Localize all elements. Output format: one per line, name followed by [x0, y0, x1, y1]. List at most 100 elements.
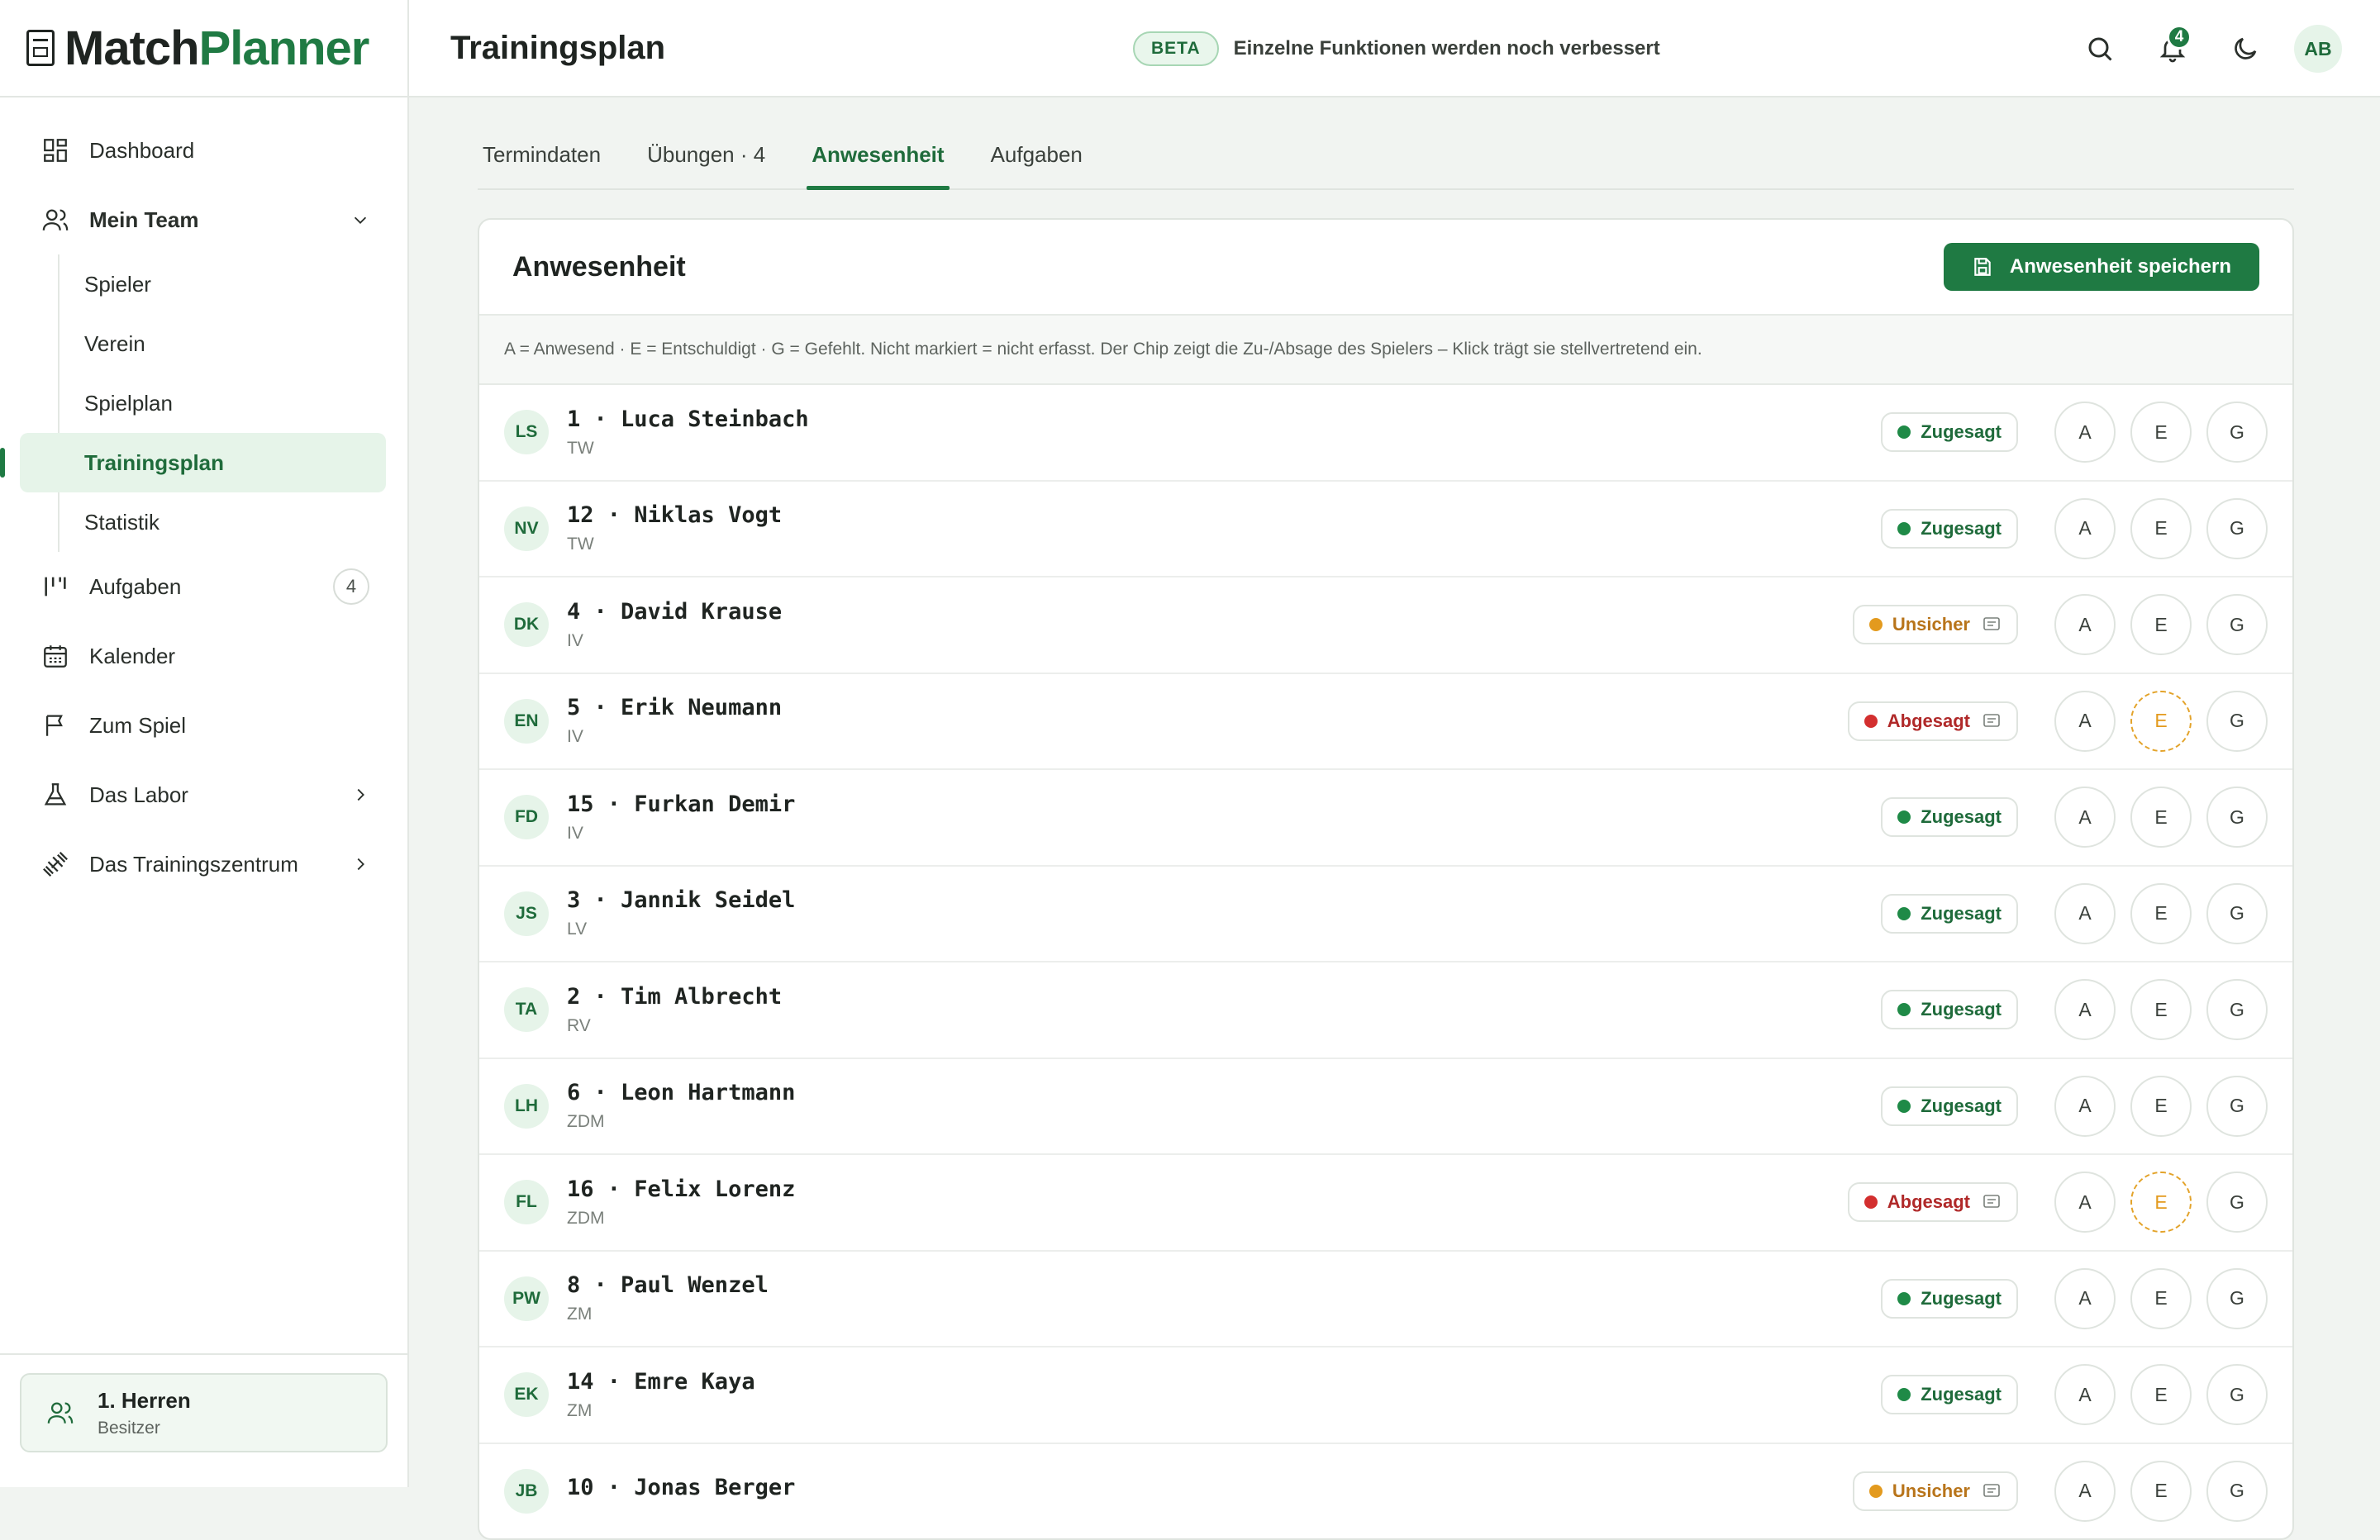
player-name: 16 · Felix Lorenz [567, 1176, 1848, 1202]
mark-absent-button[interactable]: G [2206, 1172, 2268, 1233]
mark-absent-button[interactable]: G [2206, 1268, 2268, 1329]
tasks-icon [41, 573, 69, 601]
rsvp-status-chip[interactable]: Abgesagt [1848, 1182, 2018, 1222]
sidebar-item-label: Dashboard [89, 138, 369, 164]
status-dot-icon [1897, 522, 1911, 535]
mark-excused-button[interactable]: E [2130, 883, 2192, 944]
mark-excused-button[interactable]: E [2130, 979, 2192, 1040]
mark-absent-button[interactable]: G [2206, 1461, 2268, 1522]
mark-present-button[interactable]: A [2054, 402, 2116, 463]
brand-logo[interactable]: MatchPlanner [0, 0, 407, 97]
rsvp-status-chip[interactable]: Zugesagt [1881, 509, 2018, 549]
rsvp-status-chip[interactable]: Unsicher [1853, 1471, 2018, 1511]
sidebar-item-tasks[interactable]: Aufgaben 4 [0, 552, 407, 621]
sidebar-subitem-verein[interactable]: Verein [58, 314, 407, 373]
sidebar-item-training-center[interactable]: Das Trainingszentrum [0, 829, 407, 899]
rsvp-status-label: Zugesagt [1921, 806, 2002, 828]
rsvp-status-label: Zugesagt [1921, 518, 2002, 539]
mark-absent-button[interactable]: G [2206, 402, 2268, 463]
mark-present-button[interactable]: A [2054, 1172, 2116, 1233]
rsvp-status-chip[interactable]: Zugesagt [1881, 1279, 2018, 1319]
sidebar-subitem-spielplan[interactable]: Spielplan [58, 373, 407, 433]
mark-present-button[interactable]: A [2054, 594, 2116, 655]
sidebar-subitem-trainingsplan[interactable]: Trainingsplan [20, 433, 386, 492]
chevron-right-icon[interactable] [351, 855, 369, 873]
player-name: 5 · Erik Neumann [567, 695, 1848, 720]
chevron-down-icon[interactable] [351, 211, 369, 229]
tab-uebungen[interactable]: Übungen · 4 [642, 132, 770, 188]
mark-absent-button[interactable]: G [2206, 979, 2268, 1040]
mark-excused-button[interactable]: E [2130, 1268, 2192, 1329]
player-name: 14 · Emre Kaya [567, 1369, 1881, 1395]
rsvp-status-chip[interactable]: Zugesagt [1881, 1375, 2018, 1414]
user-menu-button[interactable]: AB [2294, 25, 2342, 73]
chevron-right-icon[interactable] [351, 786, 369, 804]
mark-absent-button[interactable]: G [2206, 498, 2268, 559]
sidebar-item-match[interactable]: Zum Spiel [0, 691, 407, 760]
tab-aufgaben[interactable]: Aufgaben [986, 132, 1088, 188]
status-dot-icon [1897, 1388, 1911, 1401]
mark-excused-button[interactable]: E [2130, 402, 2192, 463]
rsvp-status-chip[interactable]: Unsicher [1853, 605, 2018, 644]
theme-toggle-button[interactable] [2221, 25, 2269, 73]
mark-present-button[interactable]: A [2054, 883, 2116, 944]
mark-present-button[interactable]: A [2054, 787, 2116, 848]
save-icon [1972, 256, 1993, 278]
sidebar-item-lab[interactable]: Das Labor [0, 760, 407, 829]
rsvp-status-label: Zugesagt [1921, 1096, 2002, 1117]
mark-excused-button[interactable]: E [2130, 787, 2192, 848]
search-button[interactable] [2076, 25, 2124, 73]
notifications-button[interactable]: 4 [2149, 25, 2197, 73]
rsvp-status-label: Zugesagt [1921, 421, 2002, 443]
sidebar-item-label: Das Trainingszentrum [89, 852, 351, 877]
rsvp-status-chip[interactable]: Zugesagt [1881, 797, 2018, 837]
status-dot-icon [1897, 907, 1911, 920]
status-dot-icon [1864, 1195, 1878, 1209]
mark-absent-button[interactable]: G [2206, 594, 2268, 655]
player-name: 4 · David Krause [567, 599, 1853, 625]
mark-absent-button[interactable]: G [2206, 1076, 2268, 1137]
player-initials-avatar: FD [504, 795, 549, 839]
mark-present-button[interactable]: A [2054, 1076, 2116, 1137]
mark-absent-button[interactable]: G [2206, 883, 2268, 944]
rsvp-status-chip[interactable]: Zugesagt [1881, 1086, 2018, 1126]
mark-excused-button[interactable]: E [2130, 1364, 2192, 1425]
mark-present-button[interactable]: A [2054, 1268, 2116, 1329]
sidebar-item-calendar[interactable]: Kalender [0, 621, 407, 691]
mark-present-button[interactable]: A [2054, 691, 2116, 752]
mark-present-button[interactable]: A [2054, 1461, 2116, 1522]
mark-absent-button[interactable]: G [2206, 691, 2268, 752]
mark-excused-button[interactable]: E [2130, 1461, 2192, 1522]
rsvp-status-chip[interactable]: Abgesagt [1848, 701, 2018, 741]
sidebar-subitem-spieler[interactable]: Spieler [58, 254, 407, 314]
rsvp-status-chip[interactable]: Zugesagt [1881, 990, 2018, 1029]
sidebar-item-label: Das Labor [89, 782, 351, 808]
save-attendance-button[interactable]: Anwesenheit speichern [1944, 243, 2259, 291]
status-dot-icon [1897, 1292, 1911, 1305]
rsvp-status-chip[interactable]: Zugesagt [1881, 412, 2018, 452]
mark-absent-button[interactable]: G [2206, 1364, 2268, 1425]
sidebar-item-dashboard[interactable]: Dashboard [0, 116, 407, 185]
player-row: NV 12 · Niklas Vogt TW Zugesagt A E G [479, 482, 2292, 578]
mark-excused-button[interactable]: E [2130, 498, 2192, 559]
top-header: Trainingsplan BETA Einzelne Funktionen w… [409, 0, 2380, 97]
player-name: 8 · Paul Wenzel [567, 1272, 1881, 1298]
tab-anwesenheit[interactable]: Anwesenheit [807, 132, 949, 188]
mark-excused-button[interactable]: E [2130, 594, 2192, 655]
mark-present-button[interactable]: A [2054, 979, 2116, 1040]
mark-excused-button[interactable]: E [2130, 691, 2192, 752]
comment-icon [1982, 1192, 2002, 1212]
rsvp-status-chip[interactable]: Zugesagt [1881, 894, 2018, 934]
mark-excused-button[interactable]: E [2130, 1076, 2192, 1137]
mark-present-button[interactable]: A [2054, 1364, 2116, 1425]
team-switcher[interactable]: 1. Herren Besitzer [20, 1373, 388, 1452]
mark-excused-button[interactable]: E [2130, 1172, 2192, 1233]
mark-absent-button[interactable]: G [2206, 787, 2268, 848]
sidebar-item-team[interactable]: Mein Team [0, 185, 407, 254]
status-dot-icon [1869, 1485, 1883, 1498]
users-icon [46, 1399, 74, 1427]
player-name: 1 · Luca Steinbach [567, 406, 1881, 432]
sidebar-subitem-statistik[interactable]: Statistik [58, 492, 407, 552]
mark-present-button[interactable]: A [2054, 498, 2116, 559]
tab-termindaten[interactable]: Termindaten [478, 132, 606, 188]
